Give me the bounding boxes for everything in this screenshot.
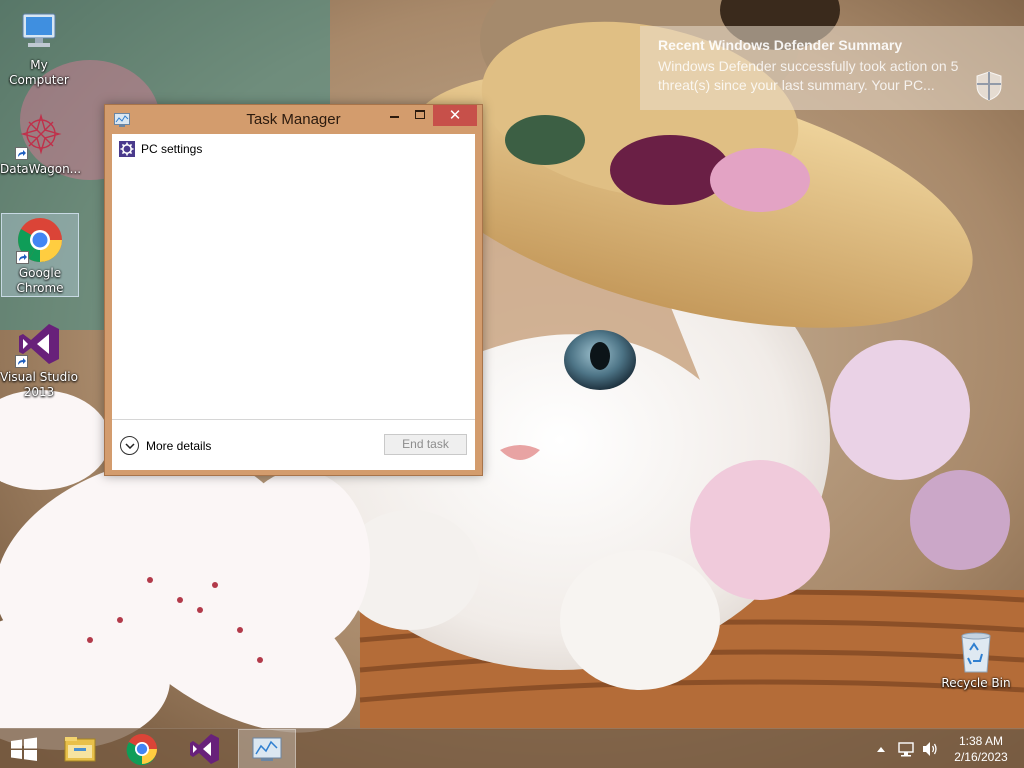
network-icon (898, 742, 914, 757)
datawagon-icon (15, 112, 63, 160)
task-list-panel: PC settings More details End task (112, 134, 475, 470)
desktop-icon-label: Google Chrome (16, 266, 64, 295)
pc-settings-gear-icon (119, 141, 135, 157)
shortcut-arrow-icon (15, 147, 28, 160)
desktop-icon-recycle-bin[interactable]: Recycle Bin (936, 630, 1016, 691)
chrome-icon (16, 216, 64, 264)
defender-shield-icon (974, 70, 1004, 102)
shortcut-arrow-icon (15, 355, 28, 368)
desktop-icon-visual-studio[interactable]: Visual Studio 2013 (0, 320, 78, 400)
desktop-icon-label: My Computer (9, 58, 69, 87)
chevron-down-icon (120, 436, 139, 455)
volume-tray-button[interactable] (920, 729, 940, 768)
task-manager-window[interactable]: Task Manager ✕ PC settings More details … (104, 104, 483, 476)
notification-body: Windows Defender successfully took actio… (658, 58, 959, 93)
process-row-pc-settings[interactable]: PC settings (112, 139, 475, 159)
network-tray-button[interactable] (896, 729, 916, 768)
recycle-bin-icon (956, 630, 996, 674)
clock-time: 1:38 AM (958, 734, 1004, 748)
more-details-label: More details (146, 439, 212, 453)
minimize-icon (390, 116, 399, 118)
shortcut-arrow-icon (16, 251, 29, 264)
taskbar-task-manager[interactable] (238, 729, 296, 768)
taskbar-file-explorer[interactable] (56, 729, 104, 768)
end-task-button[interactable]: End task (384, 434, 467, 455)
taskbar: 1:38 AM 2/16/2023 (0, 728, 1024, 768)
chevron-up-icon (877, 747, 885, 752)
visual-studio-icon (190, 734, 219, 764)
maximize-icon (415, 110, 425, 119)
taskbar-visual-studio[interactable] (180, 729, 228, 768)
defender-notification[interactable]: Recent Windows Defender Summary Windows … (640, 26, 1024, 110)
notification-title: Recent Windows Defender Summary (658, 37, 903, 53)
task-manager-icon (252, 737, 282, 761)
system-clock[interactable]: 1:38 AM 2/16/2023 (946, 733, 1016, 765)
desktop-icon-google-chrome[interactable]: Google Chrome (1, 213, 79, 297)
desktop-icon-datawagon[interactable]: DataWagon... (0, 112, 82, 177)
clock-date: 2/16/2023 (954, 750, 1008, 764)
desktop-icon-label: DataWagon... (0, 162, 82, 176)
task-manager-footer: More details End task (112, 419, 475, 470)
close-icon: ✕ (448, 106, 462, 124)
desktop-icon-my-computer[interactable]: My Computer (0, 8, 78, 88)
show-hidden-icons-button[interactable] (874, 729, 888, 768)
taskbar-chrome[interactable] (118, 729, 166, 768)
desktop-icon-label: Visual Studio 2013 (0, 370, 78, 399)
close-button[interactable]: ✕ (433, 105, 477, 126)
windows-logo-icon (11, 737, 37, 761)
minimize-button[interactable] (381, 105, 407, 126)
title-bar[interactable]: Task Manager ✕ (105, 105, 482, 133)
visual-studio-icon (15, 320, 63, 368)
computer-icon (15, 8, 63, 56)
speaker-icon (923, 742, 937, 756)
file-explorer-icon (64, 737, 96, 762)
maximize-button[interactable] (407, 105, 433, 126)
start-button[interactable] (0, 729, 48, 768)
process-name: PC settings (141, 142, 203, 156)
chrome-icon (126, 734, 157, 766)
desktop-icon-label: Recycle Bin (941, 676, 1011, 690)
